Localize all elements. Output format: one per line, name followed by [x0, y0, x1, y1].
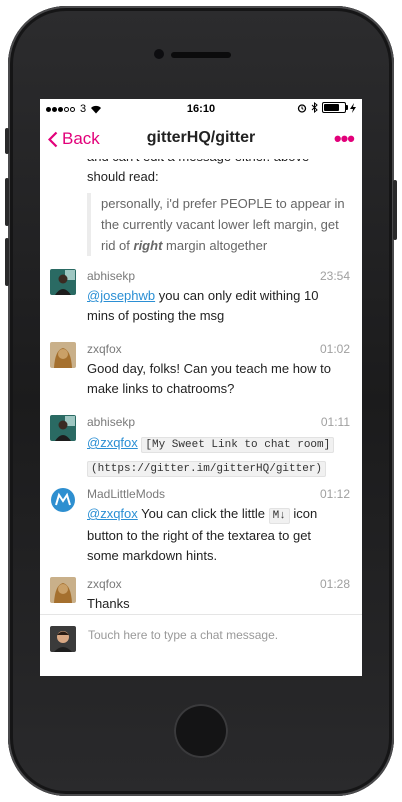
earpiece-speaker [171, 52, 231, 58]
mention-link[interactable]: @zxqfox [87, 435, 138, 450]
message-username[interactable]: abhisekp [87, 415, 135, 429]
message-username[interactable]: abhisekp [87, 269, 135, 283]
mention-link[interactable]: @zxqfox [87, 506, 138, 521]
avatar[interactable] [50, 415, 76, 441]
message-username[interactable]: zxqfox [87, 342, 122, 356]
volume-up-button [5, 178, 9, 226]
message-text: Thanks [87, 596, 130, 611]
charging-icon [350, 102, 356, 113]
bluetooth-icon [311, 102, 318, 113]
message-time: 23:54 [319, 269, 350, 283]
quote-line: personally, i'd prefer PEOPLE to appear … [101, 196, 345, 211]
user-avatar [50, 626, 76, 652]
message-time: 01:02 [319, 342, 350, 356]
alarm-icon [297, 103, 307, 113]
inline-code: (https://gitter.im/gitterHQ/gitter) [87, 461, 327, 477]
chat-composer: Touch here to type a chat message. [40, 614, 362, 676]
chat-input[interactable]: Touch here to type a chat message. [88, 628, 278, 642]
avatar[interactable] [50, 342, 76, 368]
message-username[interactable]: MadLittleMods [87, 487, 165, 501]
markdown-icon: M↓ [268, 508, 290, 524]
message-text-cut: and can't edit a message either. above [87, 159, 342, 167]
mute-switch [5, 128, 9, 154]
inline-code: [My Sweet Link to chat room] [141, 437, 335, 453]
home-button[interactable] [174, 704, 228, 758]
message-list[interactable]: and can't edit a message either. above s… [40, 159, 362, 614]
message-username[interactable]: zxqfox [87, 577, 122, 591]
mention-link[interactable]: @josephwb [87, 288, 155, 303]
message-time: 01:28 [319, 577, 350, 591]
message-time: 01:11 [320, 415, 350, 429]
message-text: @zxqfox [My Sweet Link to chat room] (ht… [87, 432, 342, 480]
battery-level [324, 104, 340, 111]
app-screen: 3 16:10 Back gitterHQ/gitter ••• and can… [40, 99, 362, 676]
front-camera [154, 49, 164, 59]
avatar[interactable] [50, 269, 76, 295]
message-text: Good day, folks! Can you teach me how to… [87, 361, 332, 396]
avatar[interactable] [50, 577, 76, 603]
status-bar: 3 16:10 [40, 99, 362, 119]
room-title: gitterHQ/gitter [146, 129, 256, 146]
message-text: should read: [87, 169, 159, 184]
more-dots-icon[interactable]: ••• [334, 126, 355, 152]
power-button [393, 180, 397, 240]
emphasis-text: right [133, 238, 163, 253]
avatar[interactable] [50, 487, 76, 513]
battery-icon [322, 102, 348, 113]
quote-line: rid of right margin altogether [101, 238, 268, 253]
message-text: @josephwb you can only edit withing 10 m… [87, 288, 319, 323]
message-time: 01:12 [319, 487, 350, 501]
blockquote: personally, i'd prefer PEOPLE to appear … [87, 193, 351, 256]
quote-line: the currently vacant lower left margin, … [101, 217, 339, 232]
message-text: @zxqfox You can click the little M↓ icon… [87, 506, 318, 563]
volume-down-button [5, 238, 9, 286]
nav-bar: Back gitterHQ/gitter ••• [40, 119, 362, 159]
